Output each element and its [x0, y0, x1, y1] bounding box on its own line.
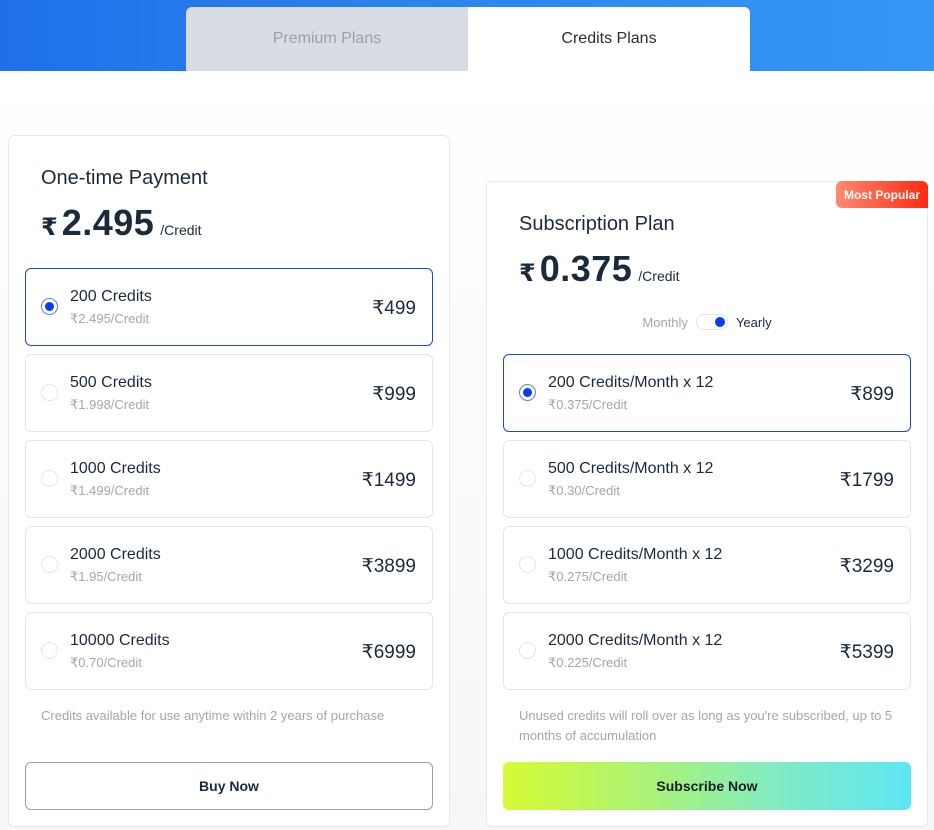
option-price: ₹6999 — [361, 642, 416, 663]
radio-button[interactable] — [519, 556, 536, 573]
option-price: ₹5399 — [839, 642, 894, 663]
option-price: ₹899 — [850, 384, 894, 405]
radio-button[interactable] — [41, 470, 58, 487]
radio-button[interactable] — [519, 384, 536, 401]
billing-toggle-switch[interactable] — [695, 314, 728, 330]
option-name: 10000 Credits — [70, 632, 170, 649]
radio-button[interactable] — [41, 556, 58, 573]
radio-button[interactable] — [41, 642, 58, 659]
yearly-label[interactable]: Yearly — [736, 315, 772, 330]
option-price: ₹499 — [372, 298, 416, 319]
price-unit: /Credit — [160, 222, 202, 238]
option-price: ₹3299 — [839, 556, 894, 577]
price-unit: /Credit — [638, 268, 680, 284]
currency-symbol: ₹ — [519, 260, 536, 287]
toggle-knob — [714, 317, 725, 327]
card-title: One-time Payment — [41, 167, 208, 189]
option-rate: ₹1.998/Credit — [70, 397, 150, 412]
price-per-credit: ₹ 0.375 /Credit — [519, 248, 680, 290]
option-rate: ₹0.225/Credit — [548, 655, 628, 670]
credit-option[interactable]: 1000 Credits ₹1.499/Credit ₹1499 — [25, 440, 433, 518]
one-time-options: 200 Credits ₹2.495/Credit ₹499 500 Credi… — [25, 268, 433, 698]
radio-button[interactable] — [41, 384, 58, 401]
option-name: 2000 Credits/Month x 12 — [548, 632, 723, 649]
tab-premium-plans[interactable]: Premium Plans — [186, 7, 468, 71]
option-name: 1000 Credits/Month x 12 — [548, 546, 723, 563]
price-value: 0.375 — [539, 248, 633, 289]
option-rate: ₹1.499/Credit — [70, 483, 150, 498]
option-name: 500 Credits/Month x 12 — [548, 460, 714, 477]
option-name: 200 Credits — [70, 288, 152, 305]
subscription-option[interactable]: 200 Credits/Month x 12 ₹0.375/Credit ₹89… — [503, 354, 911, 432]
option-name: 200 Credits/Month x 12 — [548, 374, 714, 391]
option-rate: ₹0.375/Credit — [548, 397, 628, 412]
radio-button[interactable] — [519, 470, 536, 487]
option-rate: ₹0.275/Credit — [548, 569, 628, 584]
tab-credits-plans[interactable]: Credits Plans — [468, 7, 750, 71]
radio-button[interactable] — [41, 298, 58, 315]
option-rate: ₹0.30/Credit — [548, 483, 620, 498]
price-per-credit: ₹ 2.495 /Credit — [41, 202, 202, 244]
credit-option[interactable]: 500 Credits ₹1.998/Credit ₹999 — [25, 354, 433, 432]
option-price: ₹1799 — [839, 470, 894, 491]
option-rate: ₹1.95/Credit — [70, 569, 142, 584]
option-name: 2000 Credits — [70, 546, 161, 563]
subscription-options: 200 Credits/Month x 12 ₹0.375/Credit ₹89… — [503, 354, 911, 698]
option-price: ₹999 — [372, 384, 416, 405]
price-value: 2.495 — [61, 202, 155, 243]
rollover-note: Unused credits will roll over as long as… — [519, 708, 893, 743]
monthly-label[interactable]: Monthly — [642, 315, 688, 330]
one-time-payment-card: One-time Payment ₹ 2.495 /Credit 200 Cre… — [8, 135, 450, 827]
card-title: Subscription Plan — [519, 213, 675, 235]
currency-symbol: ₹ — [41, 214, 58, 241]
subscribe-now-button[interactable]: Subscribe Now — [503, 762, 911, 810]
option-rate: ₹0.70/Credit — [70, 655, 142, 670]
option-price: ₹1499 — [361, 470, 416, 491]
most-popular-badge: Most Popular — [835, 181, 928, 208]
radio-button[interactable] — [519, 642, 536, 659]
option-rate: ₹2.495/Credit — [70, 311, 150, 326]
buy-now-button[interactable]: Buy Now — [25, 762, 433, 810]
option-name: 1000 Credits — [70, 460, 161, 477]
option-price: ₹3899 — [361, 556, 416, 577]
validity-note: Credits available for use anytime within… — [41, 708, 385, 723]
plan-tabs: Premium Plans Credits Plans — [186, 7, 750, 71]
subscription-option[interactable]: 1000 Credits/Month x 12 ₹0.275/Credit ₹3… — [503, 526, 911, 604]
subscription-option[interactable]: 2000 Credits/Month x 12 ₹0.225/Credit ₹5… — [503, 612, 911, 690]
subscription-plan-card: Most Popular Subscription Plan ₹ 0.375 /… — [486, 181, 928, 827]
billing-toggle-row: Monthly Yearly — [487, 314, 927, 330]
subscription-option[interactable]: 500 Credits/Month x 12 ₹0.30/Credit ₹179… — [503, 440, 911, 518]
option-name: 500 Credits — [70, 374, 152, 391]
credit-option[interactable]: 200 Credits ₹2.495/Credit ₹499 — [25, 268, 433, 346]
credit-option[interactable]: 10000 Credits ₹0.70/Credit ₹6999 — [25, 612, 433, 690]
credit-option[interactable]: 2000 Credits ₹1.95/Credit ₹3899 — [25, 526, 433, 604]
